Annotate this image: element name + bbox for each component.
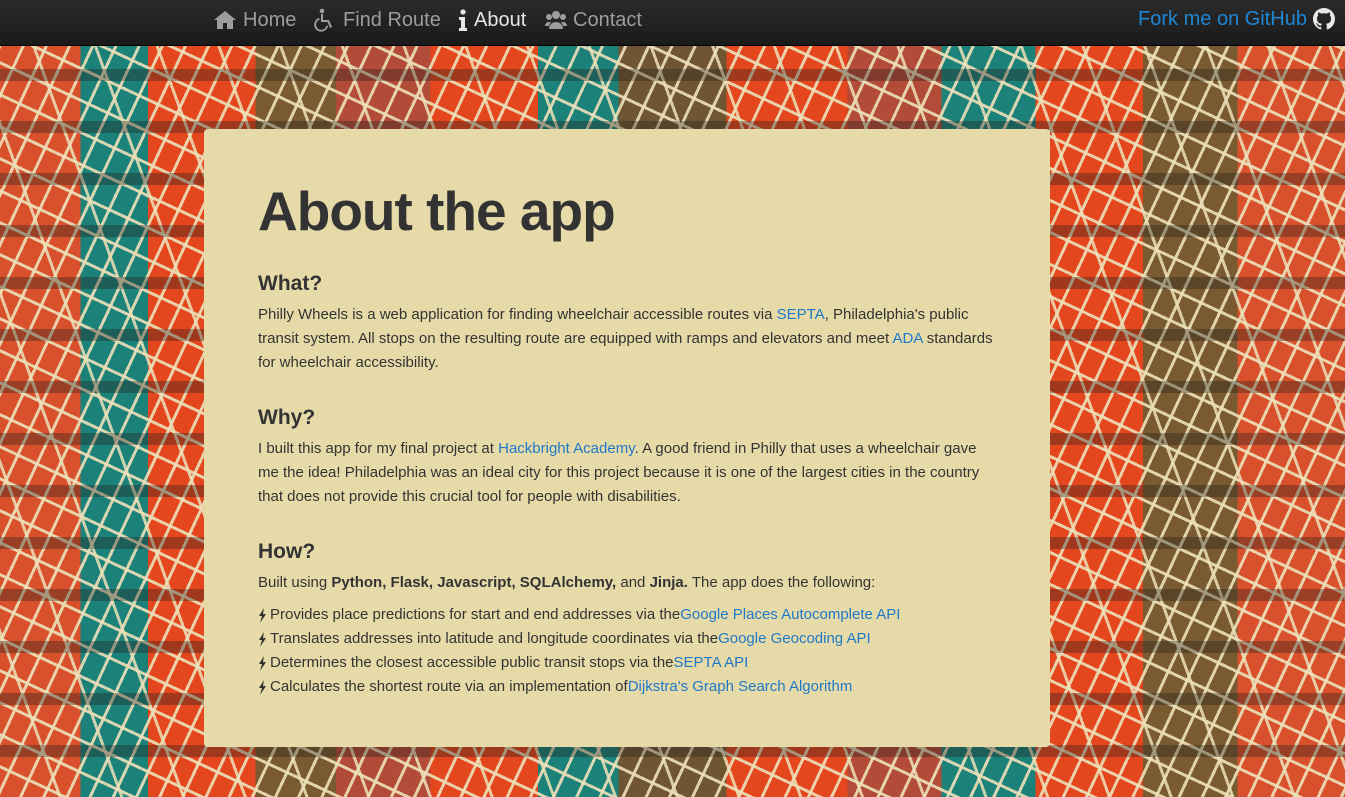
home-icon xyxy=(214,11,236,29)
bolt-icon xyxy=(258,651,267,675)
fork-label: Fork me on GitHub xyxy=(1138,7,1307,30)
page-title: About the app xyxy=(258,180,616,242)
how-intro-text: Built using xyxy=(258,574,332,591)
list-item-text: Determines the closest accessible public… xyxy=(270,654,674,671)
list-item: Calculates the shortest route via an imp… xyxy=(258,675,996,699)
list-item: Translates addresses into latitude and l… xyxy=(258,627,996,651)
tech-list: Python, Flask, Javascript, SQLAlchemy, xyxy=(331,574,617,591)
nav-contact-label: Contact xyxy=(573,8,642,31)
info-icon xyxy=(459,9,467,31)
nav-home-label: Home xyxy=(243,8,297,31)
list-item: Provides place predictions for start and… xyxy=(258,603,996,627)
feature-list: Provides place predictions for start and… xyxy=(258,603,996,699)
why-paragraph: I built this app for my final project at… xyxy=(258,437,996,509)
list-item-text: Calculates the shortest route via an imp… xyxy=(270,678,628,695)
about-panel: About the app What? Philly Wheels is a w… xyxy=(204,129,1050,747)
septa-link[interactable]: SEPTA xyxy=(777,306,825,323)
what-text-1: Philly Wheels is a web application for f… xyxy=(258,306,777,323)
why-text-1: I built this app for my final project at xyxy=(258,440,499,457)
navbar: Home Find Route About Contact Fork me on… xyxy=(0,0,1345,46)
google-geocoding-link[interactable]: Google Geocoding API xyxy=(718,627,871,651)
ada-link[interactable]: ADA xyxy=(893,330,923,347)
why-heading: Why? xyxy=(258,406,316,429)
nav-home[interactable]: Home xyxy=(213,0,296,40)
users-icon xyxy=(545,11,567,29)
how-intro: Built using Python, Flask, Javascript, S… xyxy=(258,571,996,595)
what-paragraph: Philly Wheels is a web application for f… xyxy=(258,303,996,375)
how-heading: How? xyxy=(258,540,316,563)
google-places-link[interactable]: Google Places Autocomplete API xyxy=(680,603,900,627)
nav-find-route-label: Find Route xyxy=(343,8,441,31)
list-item-text: Translates addresses into latitude and l… xyxy=(270,630,719,647)
bolt-icon xyxy=(258,627,267,651)
nav-about[interactable]: About xyxy=(458,0,526,40)
nav-contact[interactable]: Contact xyxy=(545,0,642,40)
nav-find-route[interactable]: Find Route xyxy=(313,0,441,40)
bolt-icon xyxy=(258,675,267,699)
what-heading: What? xyxy=(258,272,323,295)
how-and: and xyxy=(616,574,650,591)
dijkstra-link[interactable]: Dijkstra's Graph Search Algorithm xyxy=(628,675,853,699)
fork-on-github-link[interactable]: Fork me on GitHub xyxy=(1138,0,1335,38)
nav-about-label: About xyxy=(474,8,527,31)
wheelchair-icon xyxy=(314,8,332,32)
how-intro-post: The app does the following: xyxy=(687,574,876,591)
github-icon xyxy=(1313,8,1335,30)
septa-api-link[interactable]: SEPTA API xyxy=(674,651,749,675)
bolt-icon xyxy=(258,603,267,627)
hackbright-link[interactable]: Hackbright Academy xyxy=(498,440,634,457)
jinja-label: Jinja. xyxy=(649,574,688,591)
list-item-text: Provides place predictions for start and… xyxy=(270,606,681,623)
list-item: Determines the closest accessible public… xyxy=(258,651,996,675)
